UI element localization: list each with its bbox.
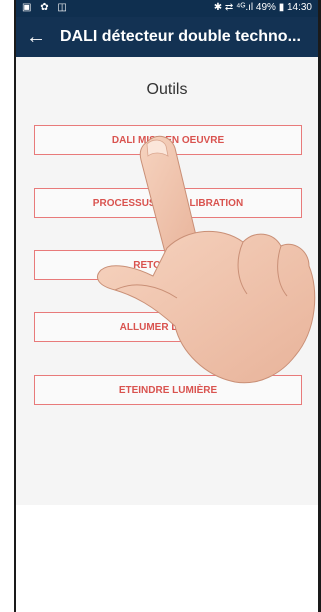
app-title: DALI détecteur double techno... <box>60 28 301 45</box>
status-icons-right: ✱ ⇄ ⁴ᴳ.ıl 49% ▮ 14:30 <box>213 2 312 13</box>
bottom-area <box>16 505 318 612</box>
pointing-hand-icon <box>97 135 316 384</box>
app-bar: ← DALI détecteur double techno... <box>16 17 318 57</box>
status-bar: ▣ ✿ ◫ ✱ ⇄ ⁴ᴳ.ıl 49% ▮ 14:30 <box>16 0 318 17</box>
section-title: Outils <box>146 81 188 98</box>
status-icons-left: ▣ ✿ ◫ <box>22 2 70 13</box>
back-arrow-icon[interactable]: ← <box>24 25 48 49</box>
